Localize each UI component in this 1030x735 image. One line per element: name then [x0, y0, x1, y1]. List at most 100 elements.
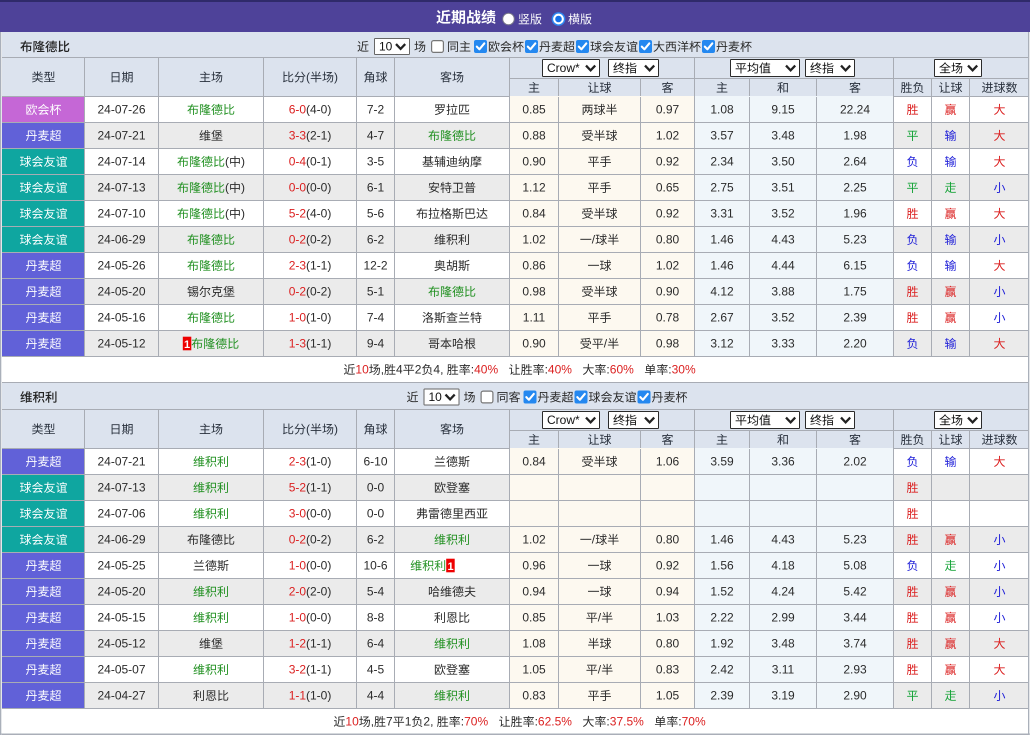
svg-text:(: ( [225, 207, 229, 221]
svg-text:1-0: 1-0 [289, 611, 307, 625]
svg-text:7-4: 7-4 [367, 311, 385, 325]
svg-text:1.11: 1.11 [523, 311, 546, 325]
svg-text:1.46: 1.46 [710, 533, 734, 547]
svg-text:30%: 30% [672, 363, 696, 377]
svg-text:4.24: 4.24 [771, 585, 795, 599]
svg-text:0.94: 0.94 [656, 585, 680, 599]
svg-text:1-1: 1-1 [289, 689, 307, 703]
svg-text:3.57: 3.57 [710, 129, 734, 143]
svg-text:24-07-14: 24-07-14 [97, 155, 145, 169]
svg-text:4,: 4, [433, 363, 443, 377]
svg-text:24-05-26: 24-05-26 [97, 259, 145, 273]
svg-text:4-5: 4-5 [367, 663, 385, 677]
svg-text:(1-0): (1-0) [306, 455, 331, 469]
svg-text:0-4: 0-4 [289, 155, 307, 169]
svg-text:1.52: 1.52 [710, 585, 734, 599]
svg-text:0.96: 0.96 [522, 559, 546, 573]
svg-text:1: 1 [405, 715, 412, 729]
svg-text:0.90: 0.90 [522, 155, 546, 169]
svg-text:(: ( [225, 155, 229, 169]
svg-text:(1-1): (1-1) [306, 481, 331, 495]
svg-text:(4-0): (4-0) [306, 207, 331, 221]
svg-text:2.67: 2.67 [710, 311, 734, 325]
svg-text:0.78: 0.78 [656, 311, 680, 325]
svg-text:1-2: 1-2 [289, 637, 307, 651]
svg-text:24-07-21: 24-07-21 [97, 455, 145, 469]
svg-text:1.96: 1.96 [843, 207, 867, 221]
svg-text:0.83: 0.83 [656, 663, 680, 677]
svg-text:10: 10 [379, 40, 393, 54]
svg-text:1.02: 1.02 [656, 259, 680, 273]
svg-text:1.75: 1.75 [843, 285, 867, 299]
svg-text:(1-1): (1-1) [306, 663, 331, 677]
svg-text:3.59: 3.59 [710, 455, 734, 469]
svg-text:40%: 40% [548, 363, 572, 377]
svg-text:4-4: 4-4 [367, 689, 385, 703]
svg-text:24-07-10: 24-07-10 [97, 207, 145, 221]
svg-text:10-6: 10-6 [363, 559, 387, 573]
svg-text:(2-0): (2-0) [306, 585, 331, 599]
svg-text:4.44: 4.44 [771, 259, 795, 273]
svg-text:0.90: 0.90 [522, 337, 546, 351]
svg-text:2.22: 2.22 [710, 611, 734, 625]
svg-text:40%: 40% [474, 363, 498, 377]
svg-text:24-06-29: 24-06-29 [97, 233, 145, 247]
svg-text:5-6: 5-6 [367, 207, 385, 221]
svg-text:24-05-07: 24-05-07 [97, 663, 145, 677]
svg-text:5.23: 5.23 [843, 533, 867, 547]
svg-text:): ) [334, 422, 338, 436]
svg-text:0-2: 0-2 [289, 285, 307, 299]
svg-text:5-4: 5-4 [367, 585, 385, 599]
svg-text:6-2: 6-2 [367, 233, 385, 247]
svg-text:24-05-12: 24-05-12 [97, 337, 145, 351]
svg-text:0.98: 0.98 [656, 337, 680, 351]
svg-text:24-07-06: 24-07-06 [97, 507, 145, 521]
svg-text:1: 1 [184, 339, 190, 351]
svg-text:(1-0): (1-0) [306, 689, 331, 703]
svg-text:24-04-27: 24-04-27 [97, 689, 145, 703]
svg-text:(: ( [306, 70, 310, 84]
svg-text:10: 10 [355, 363, 369, 377]
svg-text:3.48: 3.48 [771, 129, 795, 143]
svg-text:6-2: 6-2 [367, 533, 385, 547]
svg-text:1-0: 1-0 [289, 311, 307, 325]
svg-text:2.39: 2.39 [843, 311, 867, 325]
svg-text:4-7: 4-7 [367, 129, 385, 143]
svg-text:2.42: 2.42 [710, 663, 734, 677]
svg-text:24-05-20: 24-05-20 [97, 285, 145, 299]
svg-text:(1-1): (1-1) [306, 259, 331, 273]
svg-text:0.94: 0.94 [522, 585, 546, 599]
svg-text:6-0: 6-0 [289, 103, 307, 117]
svg-text:3.36: 3.36 [771, 455, 795, 469]
svg-text:2.20: 2.20 [843, 337, 867, 351]
svg-text:0-2: 0-2 [289, 233, 307, 247]
svg-text:4.12: 4.12 [710, 285, 734, 299]
svg-text:): ) [241, 155, 245, 169]
svg-text:5.23: 5.23 [843, 233, 867, 247]
svg-text:2,: 2, [423, 715, 433, 729]
svg-text:(4-0): (4-0) [306, 103, 331, 117]
svg-text:3.44: 3.44 [843, 611, 867, 625]
svg-text:2-0: 2-0 [289, 585, 307, 599]
svg-text:2.75: 2.75 [710, 181, 734, 195]
svg-text:9-4: 9-4 [367, 337, 385, 351]
svg-text:1.02: 1.02 [656, 129, 680, 143]
svg-text:(: ( [225, 181, 229, 195]
svg-text:0.83: 0.83 [522, 689, 546, 703]
svg-text:2.93: 2.93 [843, 663, 867, 677]
svg-text:6.15: 6.15 [843, 259, 867, 273]
svg-text:7-2: 7-2 [367, 103, 385, 117]
svg-text:3.19: 3.19 [771, 689, 795, 703]
svg-text:(2-1): (2-1) [306, 129, 331, 143]
svg-text:3-0: 3-0 [289, 507, 307, 521]
svg-text:(: ( [306, 422, 310, 436]
svg-text:0.65: 0.65 [656, 181, 680, 195]
svg-text:10: 10 [429, 390, 443, 404]
svg-text:2: 2 [415, 363, 422, 377]
svg-text:(0-2): (0-2) [306, 533, 331, 547]
svg-text:1.46: 1.46 [710, 259, 734, 273]
svg-text:Crow*: Crow* [547, 61, 580, 75]
svg-text:1.02: 1.02 [522, 233, 546, 247]
svg-text:5-2: 5-2 [289, 207, 307, 221]
svg-text:0.92: 0.92 [656, 559, 680, 573]
